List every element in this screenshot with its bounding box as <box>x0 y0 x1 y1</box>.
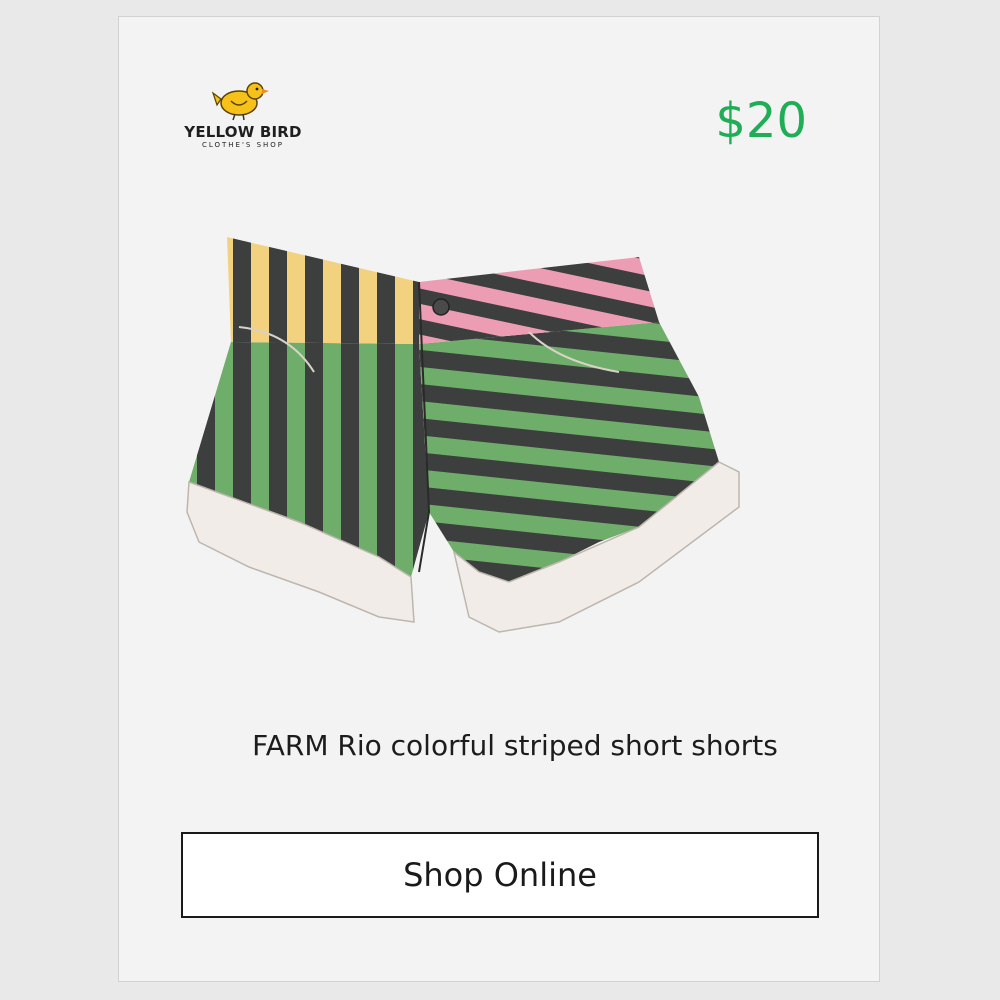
brand-name: YELLOW BIRD <box>184 123 302 141</box>
striped-shorts-photo[interactable] <box>179 222 759 672</box>
brand-tagline: CLOTHE'S SHOP <box>201 141 285 149</box>
shop-online-button[interactable]: Shop Online <box>181 832 819 918</box>
product-price: $20 <box>715 93 807 149</box>
yellow-bird-icon <box>211 82 269 121</box>
product-title: FARM Rio colorful striped short shorts <box>252 729 778 762</box>
product-card: YELLOW BIRD CLOTHE'S SHOP $20 FARM Rio c… <box>118 16 880 982</box>
brand-logo[interactable]: YELLOW BIRD CLOTHE'S SHOP <box>175 79 315 159</box>
